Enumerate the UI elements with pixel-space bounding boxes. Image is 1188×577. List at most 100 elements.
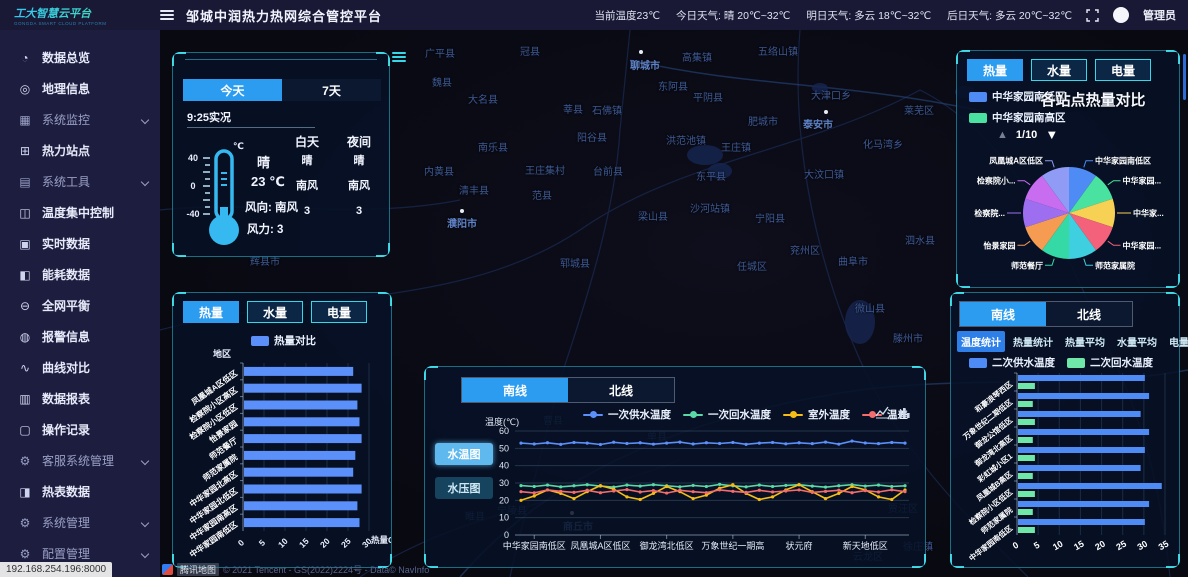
pie-tab-1[interactable]: 水量 [1031, 59, 1087, 81]
heat-tab-0[interactable]: 热量 [183, 301, 239, 323]
weather-tab-0[interactable]: 今天 [183, 79, 282, 101]
svg-text:0: 0 [1011, 540, 1020, 551]
monitor-icon: ▦ [18, 113, 32, 127]
heat-tab-2[interactable]: 电量 [311, 301, 367, 323]
sidebar-item-4[interactable]: ▤ 系统工具 [0, 166, 160, 197]
stat-subtab-0[interactable]: 温度统计 [957, 331, 1005, 352]
line-tab-1[interactable]: 北线 [1046, 302, 1132, 326]
stat-subtab-1[interactable]: 热量统计 [1009, 331, 1057, 352]
logo-subtitle: GONGDA SMART CLOUD PLATFORM [14, 21, 160, 26]
sidebar-item-10[interactable]: ∿曲线对比 [0, 352, 160, 383]
sidebar-item-label: 地理信息 [42, 80, 90, 97]
weather-now-temp: 23 ℃ [251, 174, 285, 190]
weather-tab-1[interactable]: 7天 [282, 79, 381, 101]
map-label: 清丰县 [459, 182, 489, 197]
legend-item[interactable]: 二次回水温度 [1067, 355, 1153, 370]
svg-text:5: 5 [1032, 540, 1041, 551]
map-label: 平阴县 [693, 89, 723, 104]
weather-panel: 今天7天 9:25实况 白天 夜间 40 0 -40 ℃ [172, 52, 390, 257]
tools-icon: ▤ [18, 175, 32, 189]
svg-text:25: 25 [339, 536, 353, 550]
svg-text:凤凰城A区低区: 凤凰城A区低区 [570, 540, 630, 551]
legend-label: 二次供水温度 [992, 355, 1055, 370]
pie-tab-2[interactable]: 电量 [1095, 59, 1151, 81]
svg-text:40: 40 [188, 153, 198, 163]
panel-toggle-icon[interactable] [392, 52, 406, 62]
line-tab-0[interactable]: 南线 [960, 302, 1046, 326]
sidebar-item-8[interactable]: ⊖全网平衡 [0, 290, 160, 321]
svg-text:50: 50 [499, 443, 509, 453]
sidebar-item-15[interactable]: ⚙系统管理 [0, 507, 160, 538]
trend-tab-0[interactable]: 南线 [462, 378, 568, 402]
sidebar-item-label: 数据报表 [42, 390, 90, 407]
map-label: 莘县 [563, 101, 583, 116]
sidebar-item-12[interactable]: ▢操作记录 [0, 414, 160, 445]
sidebar-item-7[interactable]: ◧能耗数据 [0, 259, 160, 290]
map-city-dot [460, 209, 464, 213]
sidebar-item-0[interactable]: ◔ 数据总览 [0, 42, 160, 73]
meter-icon: ◨ [18, 485, 32, 499]
pager-down-icon[interactable]: ▼ [1045, 127, 1058, 142]
pie-tab-0[interactable]: 热量 [967, 59, 1023, 81]
legend-item[interactable]: 热量对比 [251, 333, 316, 348]
svg-text:地区: 地区 [213, 349, 231, 359]
fullscreen-icon[interactable] [1086, 9, 1099, 22]
map-zoom-scrollbar[interactable] [1183, 54, 1186, 100]
pager-up-icon[interactable]: ▲ [997, 129, 1008, 141]
sidebar-item-2[interactable]: ▦系统监控 [0, 104, 160, 135]
legend-item[interactable]: 中华家园南高区 [969, 110, 1066, 125]
stat-subtab-2[interactable]: 热量平均 [1061, 331, 1109, 352]
svg-text:中华家园...: 中华家园... [1122, 176, 1161, 186]
sidebar-item-11[interactable]: ▥数据报表 [0, 383, 160, 414]
heat-compare-panel: 热量水量电量 热量对比 051015202530地区热量G凤凰城A区低区检察院小… [172, 292, 392, 568]
chevron-down-icon [141, 177, 149, 185]
sidebar-item-label: 温度集中控制 [42, 204, 114, 221]
sidebar-item-1[interactable]: ◎地理信息 [0, 73, 160, 104]
map-label: 阳谷县 [577, 129, 607, 144]
sidebar-item-14[interactable]: ◨热表数据 [0, 476, 160, 507]
map-label: 滕州市 [893, 330, 923, 345]
svg-text:℃: ℃ [233, 141, 244, 151]
legend-swatch [969, 358, 987, 368]
weather-night-cond: 晴 [337, 152, 381, 168]
sidebar-item-13[interactable]: ⚙客服系统管理 [0, 445, 160, 476]
weather-col-day: 白天 [285, 133, 329, 150]
weather-now-power: 风力: 3 [247, 221, 283, 237]
trend-tab-1[interactable]: 北线 [568, 378, 674, 402]
weather-day-power: 3 [285, 205, 329, 217]
avatar[interactable] [1113, 7, 1129, 23]
stat-subtab-3[interactable]: 水量平均 [1113, 331, 1161, 352]
legend-item[interactable]: 二次供水温度 [969, 355, 1055, 370]
sidebar-collapse-icon[interactable] [160, 10, 174, 20]
sidebar-item-9[interactable]: ◍报警信息 [0, 321, 160, 352]
header-weather-item: 当前温度23℃ [595, 8, 660, 23]
map-label: 曲阜市 [838, 253, 868, 268]
gauge-icon: ◔ [18, 51, 32, 65]
sidebar-item-3[interactable]: ⊞热力站点 [0, 135, 160, 166]
svg-text:凤凰城A区低区: 凤凰城A区低区 [989, 156, 1043, 166]
heat-compare-legend: 热量对比 [251, 333, 316, 348]
svg-text:新天地低区: 新天地低区 [843, 540, 888, 551]
chevron-down-icon [141, 518, 149, 526]
header-weather-item: 明日天气: 多云 18℃~32℃ [806, 8, 931, 23]
chevron-down-icon [141, 115, 149, 123]
map-label: 广平县 [425, 45, 455, 60]
map-canvas[interactable]: 广平县冠县聊城市高集镇五络山镇魏县大名县东阿县平阴县大津口乡莱芜区肥城市泰安市莘… [160, 30, 1188, 577]
map-attribution: 腾讯地图 © 2021 Tencent - GS(2022)2224号 - Da… [162, 563, 429, 576]
stat-subtab-4[interactable]: 电量平均 [1165, 331, 1188, 352]
sidebar-item-5[interactable]: ◫温度集中控制 [0, 197, 160, 228]
app-logo: 工大智慧云平台 GONGDA SMART CLOUD PLATFORM [0, 0, 160, 30]
map-label: 范县 [532, 187, 552, 202]
sidebar-item-6[interactable]: ▣实时数据 [0, 228, 160, 259]
log-icon: ▢ [18, 423, 32, 437]
heat-compare-tabs: 热量水量电量 [183, 301, 367, 323]
map-label: 高集镇 [682, 49, 712, 64]
sidebar-item-label: 数据总览 [42, 49, 90, 66]
heat-tab-1[interactable]: 水量 [247, 301, 303, 323]
map-label: 大汶口镇 [804, 166, 844, 181]
trend-line-tabs: 南线北线 [461, 377, 675, 403]
header-weather-strip: 当前温度23℃今日天气: 晴 20℃~32℃明日天气: 多云 18℃~32℃后日… [595, 8, 1072, 23]
svg-text:15: 15 [1072, 539, 1086, 553]
map-label: 台前县 [593, 163, 623, 178]
sidebar-item-label: 系统工具 [42, 173, 90, 190]
